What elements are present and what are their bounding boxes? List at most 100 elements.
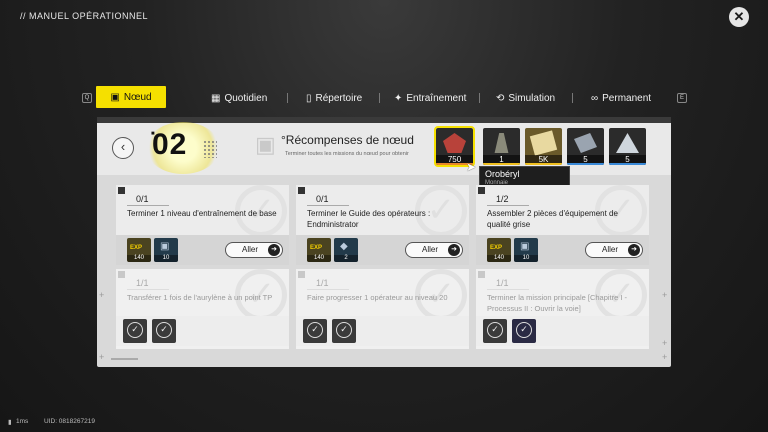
tab-label: Nœud [123,91,152,103]
mission-card-completed: ✓ 1/1 Faire progresser 1 opérateur au ni… [296,269,469,349]
card-tag-icon [478,271,485,278]
tab-training[interactable]: ✦ Entraînement [394,90,466,106]
node-icon: ▣ [110,91,120,103]
tab-divider [379,93,380,103]
prism-icon [616,133,639,153]
mission-reward-bar: EXP 140 ▣ 10 Aller ➜ [476,235,649,265]
reward-title: °Récompenses de nœud [281,133,414,147]
mission-progress: 0/1 [127,194,169,206]
reward-item-tickets[interactable]: 5K [525,128,562,165]
mouse-cursor-icon: ➤ [466,160,477,174]
training-icon: ✦ [394,92,403,104]
mission-desc: Terminer le Guide des opérateurs : Endmi… [307,209,431,229]
next-tab-key-hint: E [677,93,687,103]
reward-item-prism[interactable]: 5 [609,128,646,165]
go-label: Aller [242,245,259,254]
mission-card-completed: ✓ 1/1 Terminer la mission principale [Ch… [476,269,649,349]
reward-subtitle: Terminer toutes les missions du nœud pou… [285,151,409,157]
calendar-icon: ▦ [211,92,221,104]
arrow-right-icon: ➜ [268,244,280,256]
mission-reward-bar: ✓ ✓ [116,316,289,346]
mission-reward-bar: ✓ ✓ [476,316,649,346]
prism-icon: ◆ [340,241,348,252]
simulation-icon: ⟲ [496,92,505,104]
mission-desc: Assembler 2 pièces d'équipement de quali… [487,209,618,229]
exp-reward: EXP 140 [487,238,511,262]
tab-label: Quotidien [224,92,268,104]
tooltip-name: Orobéryl [485,169,520,179]
mission-progress: 1/1 [487,278,529,290]
material-reward: ◆ 2 [334,238,358,262]
ping-text: 1ms [16,418,29,425]
card-tag-icon [298,187,305,194]
reward-num: 140 [127,255,151,262]
tab-permanent[interactable]: ∞ Permanent [591,90,651,106]
close-icon[interactable]: ✕ [729,7,749,27]
oroberyl-icon [443,133,466,153]
page-title: // MANUEL OPÉRATIONNEL [20,11,149,21]
exp-reward: EXP 140 [127,238,151,262]
exp-reward: EXP 140 [307,238,331,262]
material-icon: ▣ [520,241,530,252]
tab-repertoire[interactable]: ▯ Répertoire [306,90,362,106]
tab-daily[interactable]: ▦ Quotidien [211,90,267,106]
tab-label: Répertoire [315,92,363,104]
tab-simulation[interactable]: ⟲ Simulation [496,90,555,106]
rarity-bar [525,163,562,165]
book-icon: ▯ [306,92,312,104]
node-number: 02 [152,128,188,161]
material-reward: ▣ 10 [154,238,178,262]
claimed-reward: ✓ [512,319,536,343]
mission-reward-bar: EXP 140 ◆ 2 Aller ➜ [296,235,469,265]
tab-label: Entraînement [406,92,467,104]
uid-text: UID: 0818267219 [44,418,95,425]
rarity-bar [483,163,520,165]
rarity-bar [609,163,646,165]
mission-desc: Faire progresser 1 opérateur au niveau 2… [307,293,448,302]
go-button[interactable]: Aller ➜ [585,242,643,258]
card-tag-icon [118,187,125,194]
rarity-bar [567,163,604,165]
reward-item-material[interactable]: 5 [567,128,604,165]
mission-reward-bar: EXP 140 ▣ 10 Aller ➜ [116,235,289,265]
signal-icon: ▮ [8,419,12,426]
tickets-icon [529,130,558,156]
check-icon: ✓ [127,322,143,338]
mission-progress: 0/1 [307,194,349,206]
reward-box-icon: ▣ [255,132,276,157]
claimed-reward: ✓ [123,319,147,343]
material-icon: ▣ [160,241,170,252]
claimed-reward: ✓ [152,319,176,343]
card-tag-icon [478,187,485,194]
exp-label: EXP [130,245,143,251]
material-icon [574,133,597,153]
mission-card-completed: ✓ 1/1 Transférer 1 fois de l'aurylène à … [116,269,289,349]
tab-divider [572,93,573,103]
plus-icon: + [662,290,668,300]
claimed-reward: ✓ [332,319,356,343]
plus-icon: + [99,290,105,300]
go-button[interactable]: Aller ➜ [405,242,463,258]
tab-node[interactable]: ▣ Nœud [96,86,166,108]
mission-desc: Terminer la mission principale [Chapitre… [487,293,628,313]
mission-card: ✓ 0/1 Terminer le Guide des opérateurs :… [296,185,469,265]
check-icon: ✓ [487,322,503,338]
dot-pattern [203,140,217,158]
tab-label: Permanent [602,92,652,104]
check-icon: ✓ [156,322,172,338]
mission-desc: Terminer 1 niveau d'entraînement de base [127,209,277,218]
check-icon: ✓ [307,322,323,338]
check-icon: ✓ [516,322,532,338]
reward-num: 140 [307,255,331,262]
claimed-reward: ✓ [483,319,507,343]
mission-card: ✓ 1/2 Assembler 2 pièces d'équipement de… [476,185,649,265]
previous-node-button[interactable]: ‹ [112,137,134,159]
mission-reward-bar: ✓ ✓ [296,316,469,346]
scroll-indicator[interactable] [111,358,138,360]
plus-icon: + [99,352,105,362]
go-label: Aller [602,245,619,254]
reward-item-tower[interactable]: 1 [483,128,520,165]
material-reward: ▣ 10 [514,238,538,262]
reward-num: 10 [514,255,538,262]
go-button[interactable]: Aller ➜ [225,242,283,258]
